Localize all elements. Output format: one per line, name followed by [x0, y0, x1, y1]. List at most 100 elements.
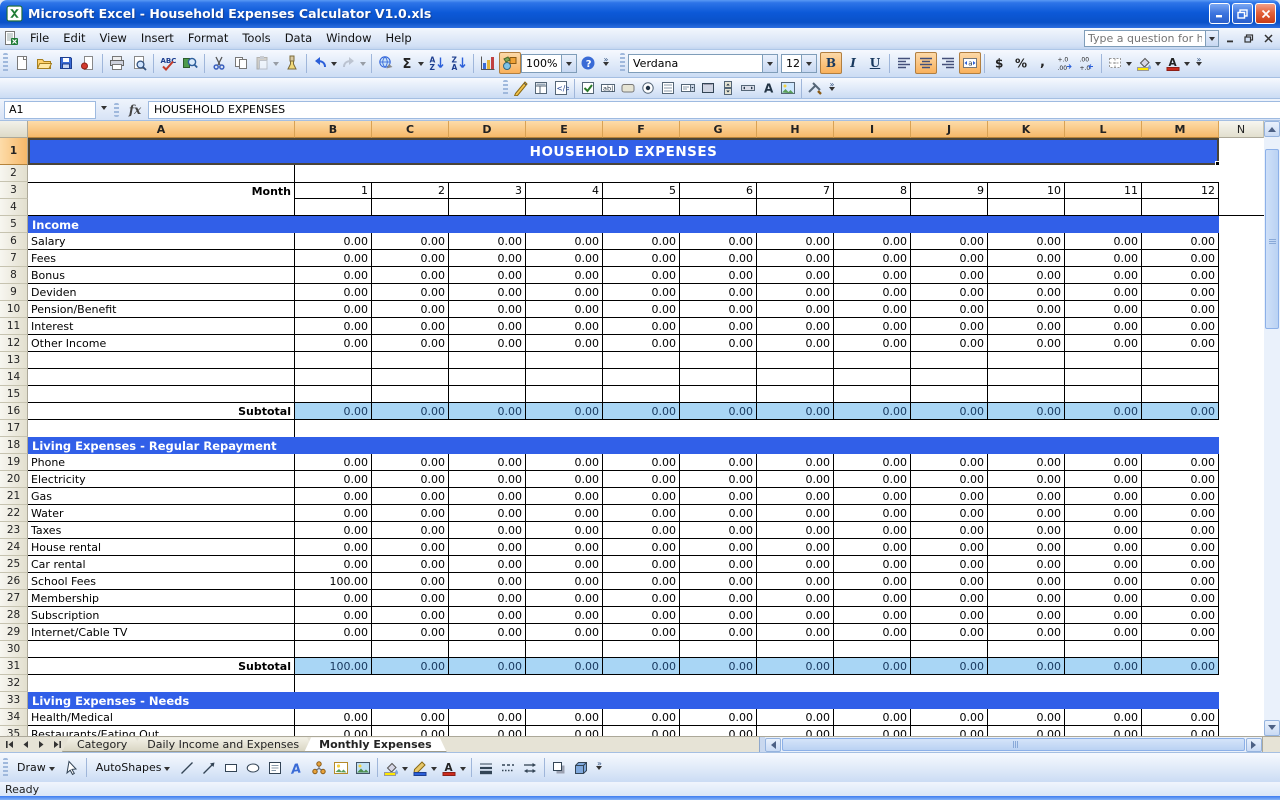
borders-button[interactable]: [1105, 52, 1134, 74]
cell-K13[interactable]: [988, 352, 1065, 369]
cell-J23[interactable]: 0.00: [911, 522, 988, 539]
cell-L14[interactable]: [1065, 369, 1142, 386]
cell-G12[interactable]: 0.00: [680, 335, 757, 352]
cell-G30[interactable]: [680, 641, 757, 658]
cell-K14[interactable]: [988, 369, 1065, 386]
cell-M24[interactable]: 0.00: [1142, 539, 1219, 556]
spelling-button[interactable]: ABC: [157, 52, 179, 74]
cell-H3[interactable]: 7: [757, 182, 834, 199]
cell-I31[interactable]: 0.00: [834, 658, 911, 675]
cell-I29[interactable]: 0.00: [834, 624, 911, 641]
cell-M3[interactable]: 12: [1142, 182, 1219, 199]
cell-M19[interactable]: 0.00: [1142, 454, 1219, 471]
cell-L12[interactable]: 0.00: [1065, 335, 1142, 352]
align-center-button[interactable]: [915, 52, 937, 74]
cell-M34[interactable]: 0.00: [1142, 709, 1219, 726]
cell-K8[interactable]: 0.00: [988, 267, 1065, 284]
merged-title-cell-A1-M1[interactable]: HOUSEHOLD EXPENSES: [28, 138, 1219, 165]
cell-M15[interactable]: [1142, 386, 1219, 403]
row-header-24[interactable]: 24: [0, 539, 28, 556]
cell-E16[interactable]: 0.00: [526, 403, 603, 420]
cell-L35[interactable]: 0.00: [1065, 726, 1142, 736]
cell-C10[interactable]: 0.00: [372, 301, 449, 318]
cell-K19[interactable]: 0.00: [988, 454, 1065, 471]
cell-I28[interactable]: 0.00: [834, 607, 911, 624]
clip-art-button[interactable]: [330, 757, 352, 779]
control-toolbox-grip[interactable]: [503, 80, 508, 96]
cell-K35[interactable]: 0.00: [988, 726, 1065, 736]
zoom-dropdown-icon[interactable]: [561, 55, 576, 72]
cell-I8[interactable]: 0.00: [834, 267, 911, 284]
cell-C19[interactable]: 0.00: [372, 454, 449, 471]
cell-L16[interactable]: 0.00: [1065, 403, 1142, 420]
cell-C22[interactable]: 0.00: [372, 505, 449, 522]
row-header-31[interactable]: 31: [0, 658, 28, 675]
cell-B35[interactable]: 0.00: [295, 726, 372, 736]
cell-C26[interactable]: 0.00: [372, 573, 449, 590]
cell-G15[interactable]: [680, 386, 757, 403]
cell-A7[interactable]: Fees: [28, 250, 295, 267]
cell-N14[interactable]: [1219, 369, 1264, 386]
cell-E30[interactable]: [526, 641, 603, 658]
cell-H7[interactable]: 0.00: [757, 250, 834, 267]
cell-G22[interactable]: 0.00: [680, 505, 757, 522]
cell-F24[interactable]: 0.00: [603, 539, 680, 556]
menu-close-icon[interactable]: [1260, 31, 1276, 46]
cell-J21[interactable]: 0.00: [911, 488, 988, 505]
cell-N10[interactable]: [1219, 301, 1264, 318]
line-color-dropdown-icon[interactable]: [431, 767, 437, 774]
row-header-6[interactable]: 6: [0, 233, 28, 250]
insert-function-icon[interactable]: fx: [122, 103, 148, 117]
save-button[interactable]: [55, 52, 77, 74]
row-header-16[interactable]: 16: [0, 403, 28, 420]
cell-H26[interactable]: 0.00: [757, 573, 834, 590]
line-style-button[interactable]: [475, 757, 497, 779]
row-header-4[interactable]: 4: [0, 199, 28, 216]
cell-J16[interactable]: 0.00: [911, 403, 988, 420]
cell-C20[interactable]: 0.00: [372, 471, 449, 488]
cell-A15[interactable]: [28, 386, 295, 403]
cell-L34[interactable]: 0.00: [1065, 709, 1142, 726]
cell-C8[interactable]: 0.00: [372, 267, 449, 284]
new-button[interactable]: [11, 52, 33, 74]
cell-K29[interactable]: 0.00: [988, 624, 1065, 641]
cell-C29[interactable]: 0.00: [372, 624, 449, 641]
cell-N18[interactable]: [1219, 437, 1264, 454]
tab-scroll-last-icon[interactable]: [50, 738, 65, 751]
cell-H15[interactable]: [757, 386, 834, 403]
cell-D31[interactable]: 0.00: [449, 658, 526, 675]
help-question-input[interactable]: [1084, 30, 1206, 47]
cell-F29[interactable]: 0.00: [603, 624, 680, 641]
cell-N25[interactable]: [1219, 556, 1264, 573]
cell-E6[interactable]: 0.00: [526, 233, 603, 250]
cell-G25[interactable]: 0.00: [680, 556, 757, 573]
cell-E12[interactable]: 0.00: [526, 335, 603, 352]
column-header-J[interactable]: J: [911, 121, 988, 138]
redo-dropdown-icon[interactable]: [360, 62, 366, 69]
cell-D12[interactable]: 0.00: [449, 335, 526, 352]
cell-A10[interactable]: Pension/Benefit: [28, 301, 295, 318]
font-size-dropdown-icon[interactable]: [801, 55, 816, 72]
cell-I23[interactable]: 0.00: [834, 522, 911, 539]
cell-G7[interactable]: 0.00: [680, 250, 757, 267]
fill-color-button[interactable]: [1134, 52, 1163, 74]
cell-F6[interactable]: 0.00: [603, 233, 680, 250]
cell-K26[interactable]: 0.00: [988, 573, 1065, 590]
cell-J19[interactable]: 0.00: [911, 454, 988, 471]
cell-N28[interactable]: [1219, 607, 1264, 624]
sheet-tab-category[interactable]: Category: [62, 737, 142, 752]
cell-N11[interactable]: [1219, 318, 1264, 335]
cell-E26[interactable]: 0.00: [526, 573, 603, 590]
cell-I24[interactable]: 0.00: [834, 539, 911, 556]
cell-C14[interactable]: [372, 369, 449, 386]
cell-L25[interactable]: 0.00: [1065, 556, 1142, 573]
cell-J7[interactable]: 0.00: [911, 250, 988, 267]
cell-B30[interactable]: [295, 641, 372, 658]
cell-F21[interactable]: 0.00: [603, 488, 680, 505]
cell-N19[interactable]: [1219, 454, 1264, 471]
row-header-2[interactable]: 2: [0, 165, 28, 182]
cell-N12[interactable]: [1219, 335, 1264, 352]
sort-descending-button[interactable]: ZA: [448, 52, 470, 74]
minimize-button[interactable]: [1209, 3, 1230, 24]
cell-C15[interactable]: [372, 386, 449, 403]
